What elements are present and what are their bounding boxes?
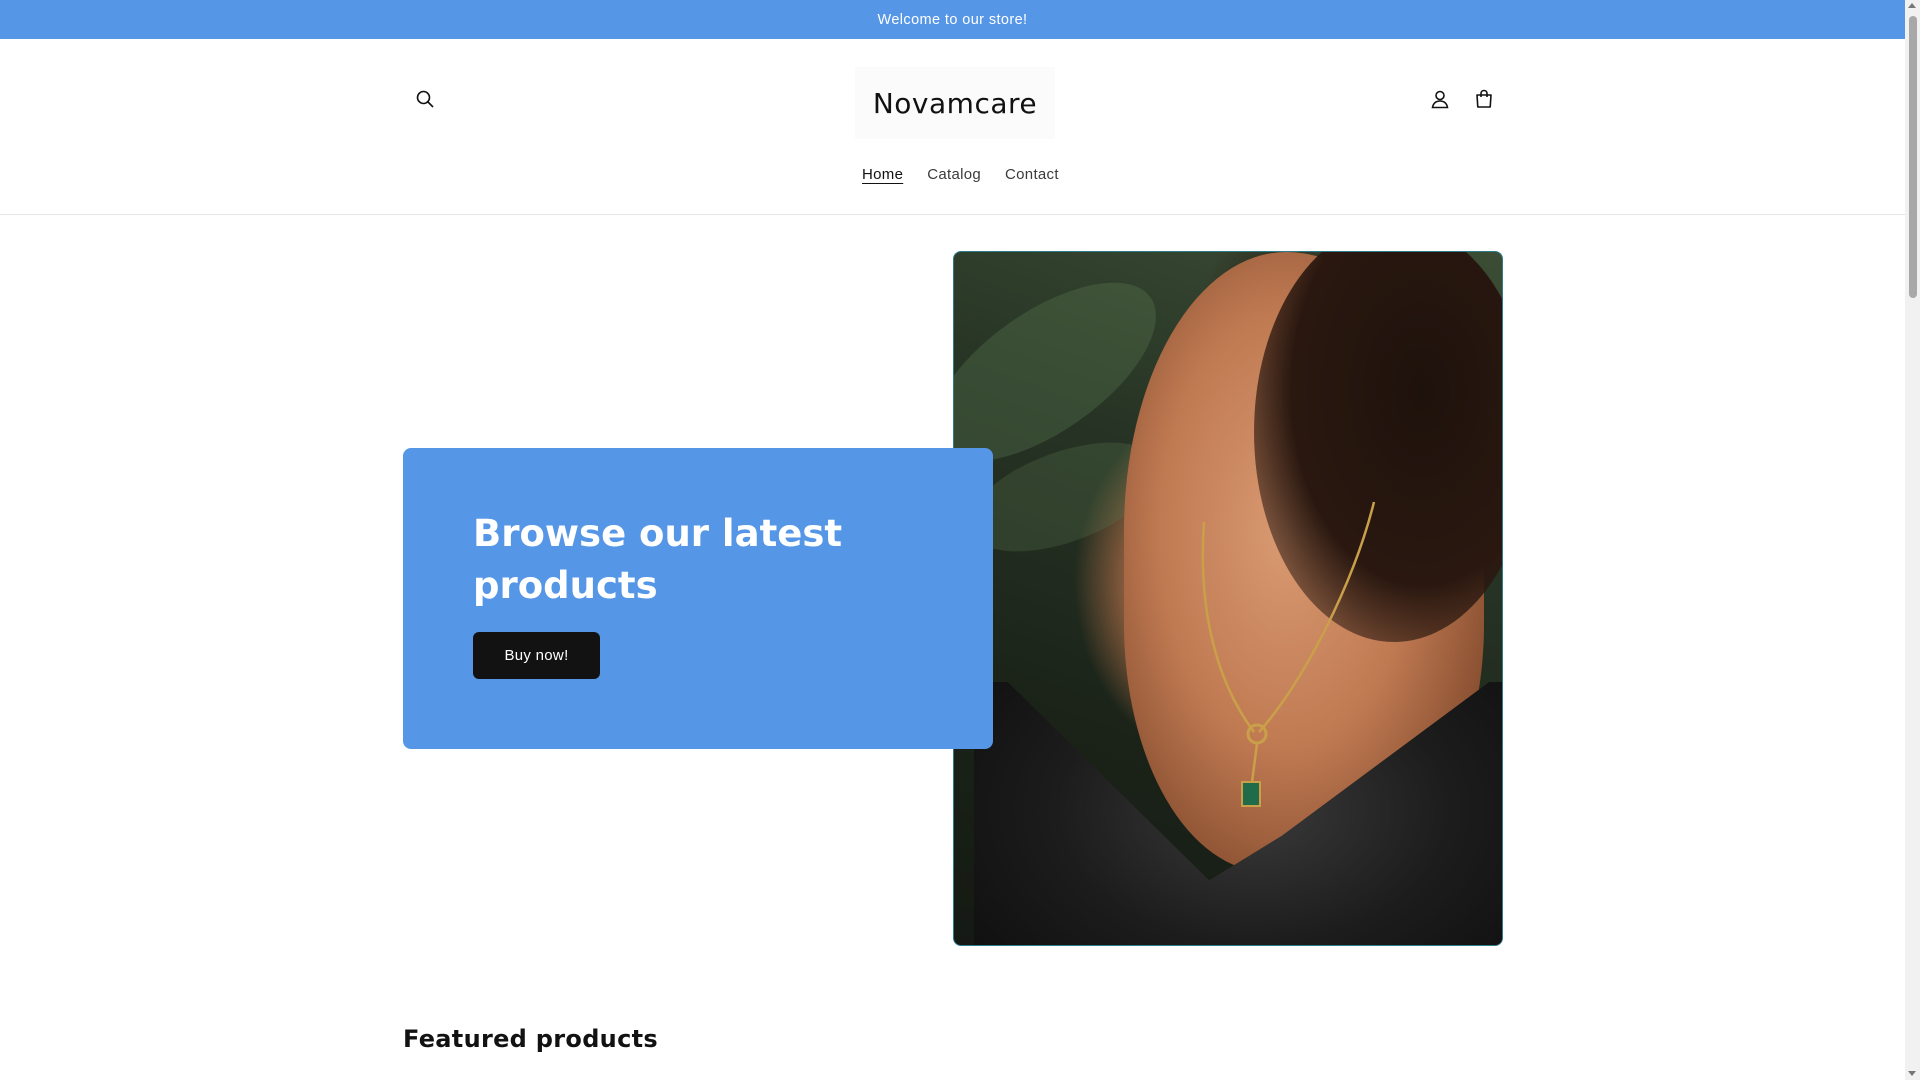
scroll-up-icon[interactable] <box>1908 3 1916 8</box>
nav-item-home[interactable]: Home <box>850 160 915 189</box>
site-header: Novamcare Home Catalog Contact <box>0 39 1905 215</box>
nav-item-catalog[interactable]: Catalog <box>915 160 993 189</box>
logo-text: Novamcare <box>872 86 1038 120</box>
user-icon <box>1431 90 1449 109</box>
search-icon <box>416 90 434 108</box>
hero-card: Browse our latest products Buy now! <box>403 448 993 749</box>
store-logo[interactable]: Novamcare <box>855 67 1055 139</box>
cart-button[interactable] <box>1464 79 1504 119</box>
announcement-bar: Welcome to our store! <box>0 0 1905 39</box>
search-button[interactable] <box>405 79 445 119</box>
nav-item-contact[interactable]: Contact <box>993 160 1071 189</box>
cart-icon <box>1476 89 1492 108</box>
scroll-thumb[interactable] <box>1909 16 1917 298</box>
hero-title: Browse our latest products <box>473 512 843 607</box>
featured-products-title: Featured products <box>403 1025 658 1053</box>
page-scrollbar[interactable] <box>1905 0 1920 1080</box>
necklace-illustration <box>1201 501 1376 807</box>
scroll-down-icon[interactable] <box>1908 1071 1916 1076</box>
hero-image <box>953 251 1503 946</box>
page: Welcome to our store! Novamcare Home Cat… <box>0 0 1905 1080</box>
account-button[interactable] <box>1420 79 1460 119</box>
announcement-text: Welcome to our store! <box>877 11 1028 28</box>
buy-now-button[interactable]: Buy now! <box>473 632 600 679</box>
